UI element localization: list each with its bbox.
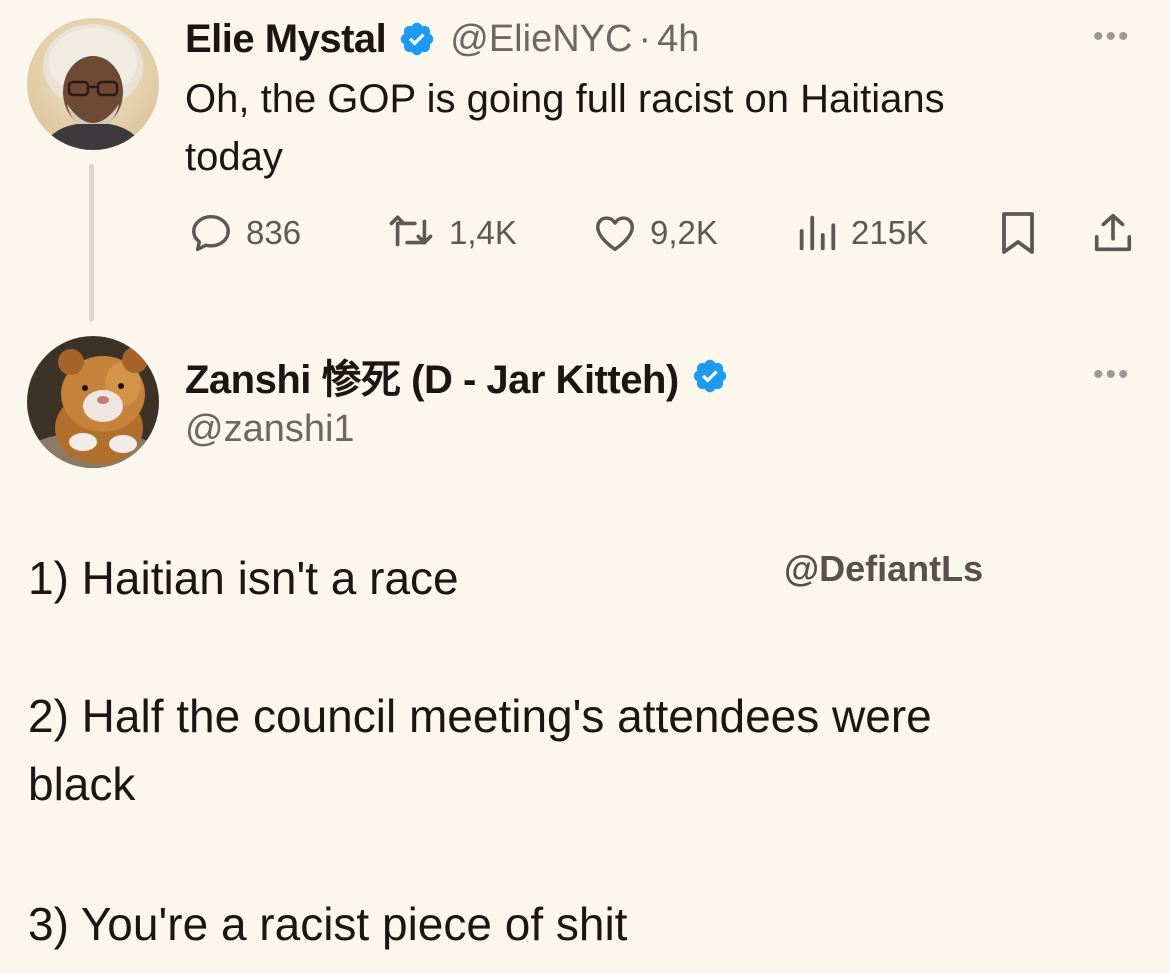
reply-point-2-line: black	[28, 758, 136, 810]
retweet-button[interactable]: 1,4K	[385, 207, 517, 259]
views-button[interactable]: 215K	[795, 207, 928, 259]
more-options-button[interactable]: •••	[1093, 20, 1131, 54]
views-chart-icon	[799, 215, 836, 251]
reply-author-avatar[interactable]	[27, 336, 159, 468]
like-count: 9,2K	[650, 214, 718, 251]
reply-point-2-line: 2) Half the council meeting's attendees …	[28, 690, 932, 742]
reply-header: Zanshi 惨死 (D - Jar Kitteh)	[185, 350, 729, 402]
tweet-text-line: Oh, the GOP is going full racist on Hait…	[185, 77, 945, 121]
heart-icon	[596, 216, 634, 252]
tweet-time[interactable]: 4h	[657, 18, 699, 61]
bookmark-icon	[1002, 212, 1034, 254]
reply-author-handle[interactable]: @zanshi1	[185, 408, 355, 451]
reply-button[interactable]: 836	[188, 207, 301, 259]
verified-badge-icon	[691, 357, 729, 395]
reply-count: 836	[246, 214, 302, 251]
retweet-count: 1,4K	[449, 214, 517, 251]
watermark-text: @DefiantLs	[784, 548, 984, 589]
author-avatar[interactable]	[27, 18, 159, 150]
tweet-header: Elie Mystal @ElieNYC · 4h	[185, 14, 699, 64]
verified-badge-icon	[398, 20, 436, 58]
author-handle[interactable]: @ElieNYC	[450, 18, 632, 61]
share-button[interactable]	[1090, 207, 1136, 259]
tweet-text: Oh, the GOP is going full racist on Hait…	[185, 70, 945, 186]
tweet-text-line: today	[185, 135, 283, 179]
retweet-icon	[389, 215, 433, 247]
thread-connector-line	[89, 164, 94, 322]
like-button[interactable]: 9,2K	[592, 207, 718, 259]
reply-point-3: 3) You're a racist piece of shit	[28, 898, 628, 950]
reply-more-options-button[interactable]: •••	[1093, 358, 1131, 392]
bookmark-button[interactable]	[996, 207, 1040, 259]
share-icon	[1094, 213, 1132, 252]
reply-point-2: 2) Half the council meeting's attendees …	[28, 682, 932, 818]
views-count: 215K	[851, 214, 929, 251]
reply-icon	[192, 214, 230, 252]
reply-author-name[interactable]: Zanshi 惨死 (D - Jar Kitteh)	[185, 347, 679, 405]
author-name[interactable]: Elie Mystal	[185, 17, 387, 62]
reply-point-1: 1) Haitian isn't a race	[28, 552, 459, 604]
header-separator: ·	[638, 17, 652, 60]
